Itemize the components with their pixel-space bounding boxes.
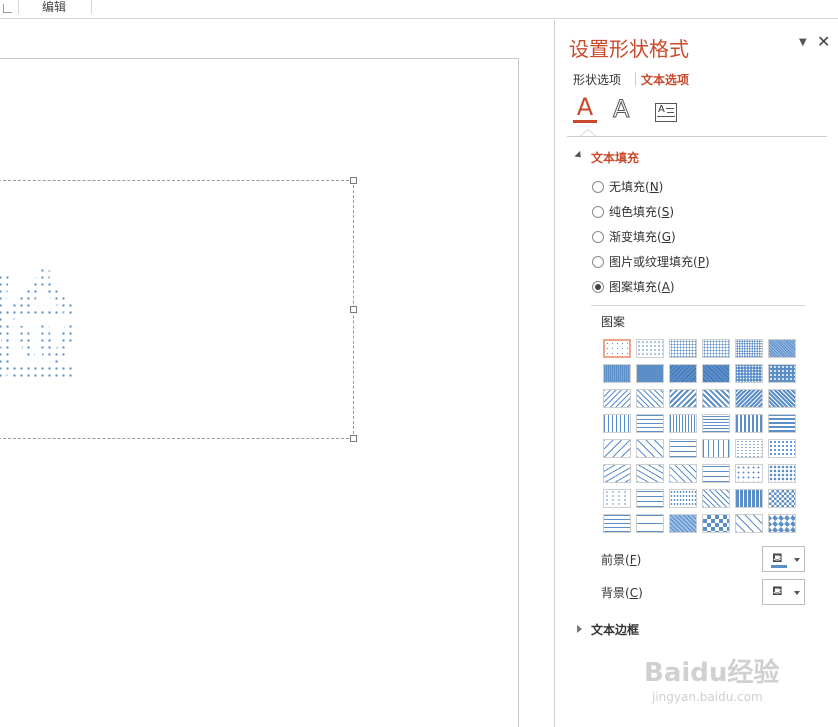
radio-button[interactable] <box>592 181 604 193</box>
pattern-swatch[interactable] <box>702 389 730 408</box>
pattern-swatch[interactable] <box>603 364 631 383</box>
pattern-swatch[interactable] <box>702 364 730 383</box>
tab-text-options[interactable]: 文本选项 <box>641 71 689 88</box>
section-text-border[interactable]: 文本边框 <box>591 621 639 638</box>
pattern-swatch[interactable] <box>636 514 664 533</box>
pattern-swatch[interactable] <box>735 339 763 358</box>
pattern-swatch[interactable] <box>603 514 631 533</box>
pattern-swatch[interactable] <box>768 489 796 508</box>
paint-bucket-icon: ⛾ <box>772 551 783 566</box>
pattern-swatch[interactable] <box>735 489 763 508</box>
pattern-swatch[interactable] <box>636 439 664 458</box>
pattern-swatch[interactable] <box>735 414 763 433</box>
background-color-button[interactable]: ⛾ <box>762 579 805 605</box>
pattern-swatch[interactable] <box>603 439 631 458</box>
radio-button[interactable] <box>592 256 604 268</box>
ribbon-strip: 编辑 <box>0 0 838 19</box>
collapse-arrow-icon[interactable] <box>574 150 584 161</box>
pattern-swatch[interactable] <box>735 439 763 458</box>
color-indicator <box>771 565 787 568</box>
textbox-icon-glyph: A <box>658 104 665 115</box>
pattern-swatch[interactable] <box>702 339 730 358</box>
pattern-swatch[interactable] <box>768 514 796 533</box>
pattern-swatch[interactable] <box>702 414 730 433</box>
pattern-swatch[interactable] <box>735 389 763 408</box>
watermark-logo: Baidu经验 <box>644 658 780 688</box>
color-indicator <box>771 598 787 601</box>
pattern-swatch[interactable] <box>636 464 664 483</box>
tab-divider <box>635 72 636 86</box>
paint-bucket-icon: ⛾ <box>772 584 783 599</box>
pattern-swatch[interactable] <box>636 414 664 433</box>
pattern-swatch[interactable] <box>669 439 697 458</box>
divider <box>591 305 805 306</box>
pattern-swatch[interactable] <box>768 389 796 408</box>
pattern-swatch[interactable] <box>702 514 730 533</box>
pattern-swatch[interactable] <box>603 464 631 483</box>
expand-arrow-icon[interactable] <box>577 625 582 633</box>
chevron-down-icon <box>794 591 800 595</box>
tab-pointer <box>580 129 596 136</box>
pattern-swatch[interactable] <box>669 489 697 508</box>
section-text-fill[interactable]: 文本填充 <box>591 149 639 166</box>
pattern-swatch[interactable] <box>669 364 697 383</box>
format-shape-panel: 设置形状格式 ▼ ✕ 形状选项 文本选项 A A A 文本填充 无填充(N) 纯… <box>554 20 838 727</box>
pattern-label: 图案 <box>601 315 626 329</box>
text-outline-icon[interactable]: A <box>612 97 629 122</box>
pattern-filled-text[interactable]: 验 <box>0 267 82 397</box>
radio-button-selected[interactable] <box>592 281 604 293</box>
slide: 验 <box>0 58 519 727</box>
pattern-swatch[interactable] <box>768 439 796 458</box>
radio-button[interactable] <box>592 206 604 218</box>
pattern-swatch[interactable] <box>669 339 697 358</box>
watermark-url: jingyan.baidu.com <box>652 690 763 704</box>
pattern-swatch[interactable] <box>669 514 697 533</box>
foreground-color-button[interactable]: ⛾ <box>762 546 805 572</box>
pattern-swatch[interactable] <box>702 489 730 508</box>
tab-shape-options[interactable]: 形状选项 <box>573 71 621 88</box>
ribbon-divider <box>18 0 19 14</box>
dialog-launcher-icon[interactable] <box>3 4 12 13</box>
background-label: 背景(C) <box>601 586 643 600</box>
pattern-swatch[interactable] <box>669 464 697 483</box>
text-fill-icon[interactable]: A <box>573 95 597 123</box>
pattern-swatch[interactable] <box>603 389 631 408</box>
slide-canvas: 验 <box>0 20 554 727</box>
panel-title: 设置形状格式 <box>569 37 689 61</box>
tab-divider-line <box>567 136 827 137</box>
text-fill-indicator <box>573 120 597 123</box>
pattern-swatch[interactable] <box>603 414 631 433</box>
resize-handle[interactable] <box>350 177 357 184</box>
pattern-swatch[interactable] <box>669 389 697 408</box>
foreground-label: 前景(F) <box>601 553 642 567</box>
ribbon-group-label: 编辑 <box>42 0 67 14</box>
pattern-swatch[interactable] <box>702 439 730 458</box>
pattern-swatch[interactable] <box>669 414 697 433</box>
pattern-swatch[interactable] <box>768 364 796 383</box>
pattern-swatch[interactable] <box>768 464 796 483</box>
radio-button[interactable] <box>592 231 604 243</box>
pattern-swatch[interactable] <box>735 364 763 383</box>
ribbon-divider <box>91 0 92 14</box>
pattern-swatch[interactable] <box>636 364 664 383</box>
panel-options-icon[interactable]: ▼ <box>799 37 807 48</box>
pattern-swatch[interactable] <box>735 464 763 483</box>
pattern-swatch[interactable] <box>768 414 796 433</box>
pattern-swatch[interactable] <box>735 514 763 533</box>
close-icon[interactable]: ✕ <box>817 32 830 51</box>
chevron-down-icon <box>794 558 800 562</box>
resize-handle[interactable] <box>350 435 357 442</box>
pattern-swatch[interactable] <box>702 464 730 483</box>
pattern-swatch[interactable] <box>768 339 796 358</box>
textbox-icon[interactable]: A <box>655 103 677 122</box>
pattern-swatch[interactable] <box>636 389 664 408</box>
pattern-swatch[interactable] <box>603 489 631 508</box>
resize-handle[interactable] <box>350 306 357 313</box>
pattern-swatch[interactable] <box>636 489 664 508</box>
pattern-swatch[interactable] <box>636 339 664 358</box>
pattern-swatch-selected[interactable] <box>603 339 631 358</box>
